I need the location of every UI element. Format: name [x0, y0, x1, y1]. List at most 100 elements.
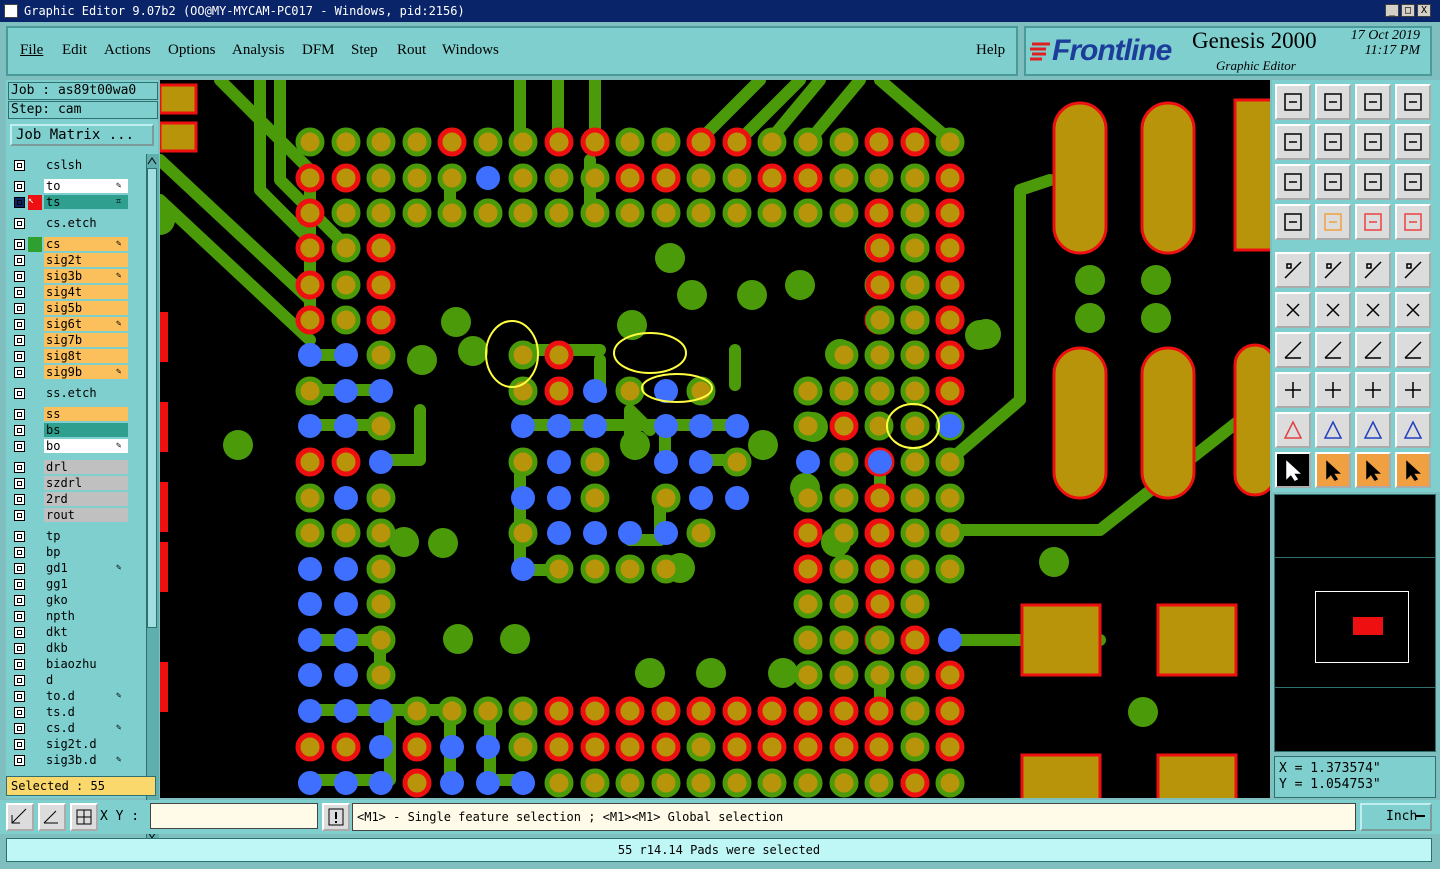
- bga-pad[interactable]: [295, 732, 325, 762]
- layer-display-checkbox[interactable]: [14, 579, 25, 590]
- layer-name[interactable]: biaozhu: [44, 657, 128, 671]
- bga-pad[interactable]: [793, 768, 823, 798]
- bga-pad[interactable]: [686, 518, 716, 548]
- bga-pad[interactable]: [580, 127, 610, 157]
- layer-row-bp[interactable]: bp: [10, 545, 130, 560]
- layer-work-indicator[interactable]: [28, 439, 42, 454]
- multi-pointer-button[interactable]: [1395, 452, 1431, 488]
- oval-pad[interactable]: [1052, 101, 1108, 255]
- selected-pad[interactable]: [654, 450, 678, 474]
- layer-work-indicator[interactable]: [28, 365, 42, 380]
- bga-pad[interactable]: [295, 127, 325, 157]
- bga-pad[interactable]: [437, 163, 467, 193]
- layer-row-gd1[interactable]: gd1 ✎: [10, 561, 130, 576]
- layer-work-indicator[interactable]: [28, 689, 42, 704]
- bga-pad[interactable]: [580, 163, 610, 193]
- layer-display-checkbox[interactable]: [14, 675, 25, 686]
- bga-pad[interactable]: [615, 732, 645, 762]
- bga-pad[interactable]: [829, 732, 859, 762]
- bga-pad[interactable]: [686, 696, 716, 726]
- layer-work-indicator[interactable]: [28, 577, 42, 592]
- selected-pad[interactable]: [796, 450, 820, 474]
- square-pad[interactable]: [1156, 603, 1238, 677]
- layer-display-checkbox[interactable]: [14, 723, 25, 734]
- layer-display-checkbox[interactable]: [14, 239, 25, 250]
- selected-pad[interactable]: [583, 414, 607, 438]
- triangle-b-button[interactable]: [1315, 412, 1351, 448]
- bga-pad[interactable]: [437, 198, 467, 228]
- bga-pad[interactable]: [544, 127, 574, 157]
- layer-work-indicator[interactable]: [28, 721, 42, 736]
- trace[interactable]: [944, 174, 1056, 466]
- bga-pad[interactable]: [331, 198, 361, 228]
- app-icon[interactable]: [4, 4, 18, 18]
- via[interactable]: [428, 528, 458, 558]
- layer-display-checkbox[interactable]: [14, 462, 25, 473]
- bga-pad[interactable]: [508, 376, 538, 406]
- select-circle-button[interactable]: [1395, 252, 1431, 288]
- bga-pad[interactable]: [366, 270, 396, 300]
- selected-pad[interactable]: [334, 771, 358, 795]
- selected-pad[interactable]: [547, 450, 571, 474]
- layer-display-checkbox[interactable]: [14, 271, 25, 282]
- layer-row-ss.etch[interactable]: ss.etch: [10, 386, 130, 401]
- layer-work-indicator[interactable]: [28, 737, 42, 752]
- layer-name[interactable]: sig8t: [44, 349, 128, 363]
- selected-pad[interactable]: [689, 486, 713, 510]
- bga-pad[interactable]: [366, 305, 396, 335]
- menu-actions[interactable]: Actions: [104, 42, 151, 59]
- select-box-button[interactable]: [1315, 252, 1351, 288]
- layer-row-sig9b[interactable]: sig9b ✎: [10, 365, 130, 380]
- bga-pad[interactable]: [331, 163, 361, 193]
- bga-pad[interactable]: [900, 376, 930, 406]
- selected-pad[interactable]: [938, 628, 962, 652]
- selected-pad[interactable]: [298, 771, 322, 795]
- zoom-home-button[interactable]: [1355, 84, 1391, 120]
- layer-display-checkbox[interactable]: [14, 160, 25, 171]
- bga-pad[interactable]: [331, 518, 361, 548]
- bga-pad[interactable]: [402, 163, 432, 193]
- layer-work-indicator[interactable]: [28, 460, 42, 475]
- pan-right-button[interactable]: [1315, 124, 1351, 160]
- selected-pad[interactable]: [654, 521, 678, 545]
- bga-pad[interactable]: [793, 198, 823, 228]
- pan-left-button[interactable]: [1275, 124, 1311, 160]
- bga-pad[interactable]: [865, 554, 895, 584]
- layer-work-indicator[interactable]: [28, 593, 42, 608]
- move-tool-button[interactable]: [1275, 372, 1311, 408]
- bga-pad[interactable]: [508, 696, 538, 726]
- layer-row-cs.d[interactable]: cs.d ✎: [10, 721, 130, 736]
- menu-dfm[interactable]: DFM: [302, 42, 335, 59]
- bga-pad[interactable]: [900, 554, 930, 584]
- bga-pad[interactable]: [757, 198, 787, 228]
- layer-display-checkbox[interactable]: [14, 755, 25, 766]
- bga-pad[interactable]: [651, 483, 681, 513]
- bga-pad[interactable]: [615, 163, 645, 193]
- bga-pad[interactable]: [900, 198, 930, 228]
- bga-pad[interactable]: [295, 163, 325, 193]
- layer-work-indicator[interactable]: [28, 237, 42, 252]
- layer-work-indicator[interactable]: [28, 158, 42, 173]
- layer-row-sig3b.d[interactable]: sig3b.d ✎: [10, 753, 130, 768]
- layer-row-sig3b[interactable]: sig3b ✎: [10, 269, 130, 284]
- selected-pad[interactable]: [725, 486, 749, 510]
- layer-row-dkb[interactable]: dkb: [10, 641, 130, 656]
- via[interactable]: [1141, 265, 1171, 295]
- zoom-fit-button[interactable]: [6, 803, 34, 831]
- layer-name[interactable]: rout: [44, 508, 128, 522]
- bga-pad[interactable]: [829, 518, 859, 548]
- bga-pad[interactable]: [722, 198, 752, 228]
- bga-pad[interactable]: [686, 732, 716, 762]
- bga-pad[interactable]: [793, 554, 823, 584]
- bga-pad[interactable]: [722, 696, 752, 726]
- layer-work-indicator[interactable]: [28, 625, 42, 640]
- layer-display-checkbox[interactable]: [14, 367, 25, 378]
- layer-name[interactable]: sig4t: [44, 285, 128, 299]
- bga-pad[interactable]: [580, 483, 610, 513]
- bga-pad[interactable]: [900, 340, 930, 370]
- bga-pad[interactable]: [508, 127, 538, 157]
- layer-display-checkbox[interactable]: [14, 707, 25, 718]
- bga-pad[interactable]: [900, 660, 930, 690]
- selected-pad[interactable]: [476, 166, 500, 190]
- bga-pad[interactable]: [544, 768, 574, 798]
